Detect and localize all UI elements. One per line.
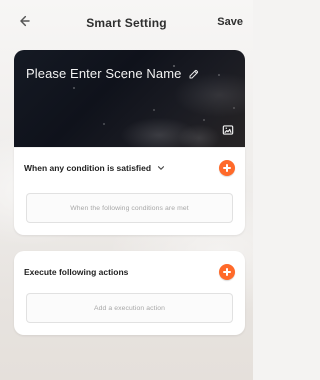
action-placeholder[interactable]: Add a execution action <box>26 293 233 323</box>
scene-name-placeholder: Please Enter Scene Name <box>26 66 182 81</box>
actions-card: Execute following actions Add a executio… <box>14 251 245 335</box>
top-bar: Smart Setting Save <box>0 0 253 45</box>
plus-circle-icon <box>219 264 235 280</box>
actions-title: Execute following actions <box>24 267 129 277</box>
chevron-down-icon <box>156 163 166 173</box>
add-condition-button[interactable] <box>219 160 235 176</box>
condition-title: When any condition is satisfied <box>24 163 152 173</box>
condition-placeholder[interactable]: When the following conditions are met <box>26 193 233 223</box>
scene-name-field[interactable]: Please Enter Scene Name <box>26 66 200 81</box>
scene-header-card: Please Enter Scene Name <box>14 50 245 147</box>
change-background-button[interactable] <box>221 123 235 142</box>
card-divider <box>14 147 245 148</box>
image-icon <box>221 123 235 142</box>
screen: Smart Setting Save Please Enter Scene Na… <box>0 0 253 380</box>
actions-header: Execute following actions <box>24 263 235 281</box>
add-action-button[interactable] <box>219 264 235 280</box>
page-title: Smart Setting <box>86 16 167 30</box>
pencil-icon <box>188 68 200 80</box>
condition-selector[interactable]: When any condition is satisfied <box>24 163 166 173</box>
plus-circle-icon <box>219 160 235 176</box>
condition-header: When any condition is satisfied <box>24 159 235 177</box>
save-button[interactable]: Save <box>217 16 243 28</box>
condition-card: When any condition is satisfied When the… <box>14 147 245 235</box>
